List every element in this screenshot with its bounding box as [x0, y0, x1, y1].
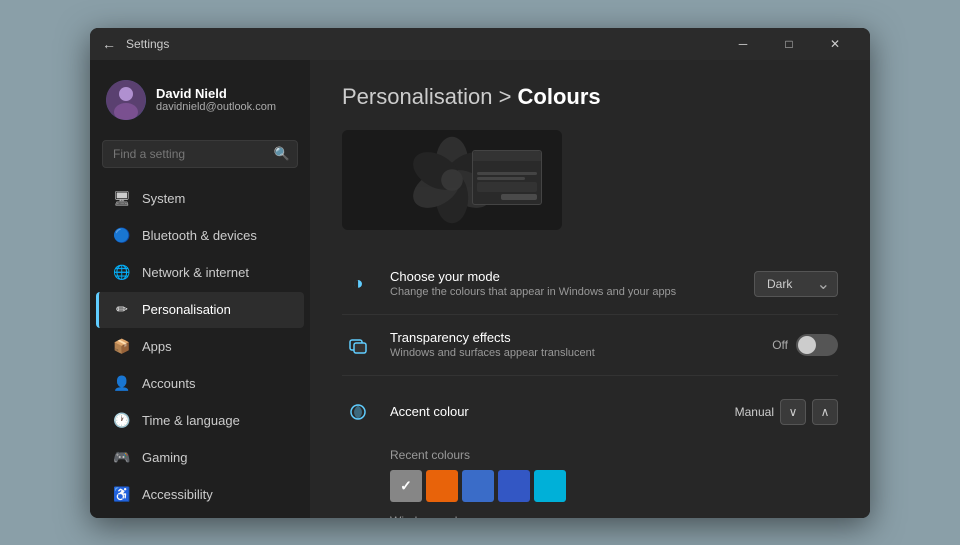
time-nav-icon: 🕐 — [112, 411, 132, 431]
network-nav-icon: 🌐 — [112, 263, 132, 283]
recent-colours-section: Recent colours Windows colours — [342, 436, 838, 518]
transparency-icon — [342, 329, 374, 361]
accent-svg-icon — [348, 402, 368, 422]
transparency-control: Off — [772, 334, 838, 356]
apps-nav-label: Apps — [142, 339, 172, 354]
transparency-svg-icon — [348, 335, 368, 355]
nav-list: 🖥 System 🔵 Bluetooth & devices 🌐 Network… — [90, 180, 310, 518]
choose-mode-row: ◑ Choose your mode Change the colours th… — [342, 254, 838, 315]
search-bar: 🔍 — [102, 140, 298, 168]
breadcrumb-parent: Personalisation — [342, 84, 492, 109]
profile-info: David Nield davidnield@outlook.com — [156, 86, 276, 113]
accessibility-nav-label: Accessibility — [142, 487, 213, 502]
recent-colour-swatch-0[interactable] — [390, 470, 422, 502]
apps-nav-icon: 📦 — [112, 337, 132, 357]
choose-mode-title: Choose your mode — [390, 269, 754, 284]
accent-dropdown-chevron[interactable]: ∨ — [780, 399, 806, 425]
titlebar: ← Settings ─ □ ✕ — [90, 28, 870, 60]
profile-section[interactable]: David Nield davidnield@outlook.com — [90, 68, 310, 132]
transparency-row: Transparency effects Windows and surface… — [342, 315, 838, 376]
recent-colour-swatch-1[interactable] — [426, 470, 458, 502]
search-icon: 🔍 — [274, 146, 290, 162]
profile-name: David Nield — [156, 86, 276, 101]
system-nav-label: System — [142, 191, 185, 206]
settings-window: ← Settings ─ □ ✕ David Nield davidni — [90, 28, 870, 518]
sidebar-item-apps[interactable]: 📦 Apps — [96, 329, 304, 365]
choose-mode-control: Dark Light Custom — [754, 271, 838, 297]
accounts-nav-icon: 👤 — [112, 374, 132, 394]
windows-colours-label: Windows colours — [390, 514, 838, 518]
back-button[interactable]: ← — [102, 36, 116, 52]
gaming-nav-icon: 🎮 — [112, 448, 132, 468]
accent-value: Manual — [735, 405, 774, 419]
breadcrumb: Personalisation > Colours — [342, 84, 601, 109]
sidebar-item-system[interactable]: 🖥 System — [96, 181, 304, 217]
search-input[interactable] — [102, 140, 298, 168]
recent-colours-label: Recent colours — [390, 448, 838, 462]
accent-controls: Manual ∨ ∧ — [735, 399, 838, 425]
recent-colours-row — [390, 470, 838, 502]
page-header: Personalisation > Colours — [342, 84, 838, 110]
sidebar-item-privacy[interactable]: 🔒 Privacy & security — [96, 514, 304, 518]
accent-section: Accent colour Manual ∨ ∧ Recent colours … — [342, 376, 838, 518]
recent-colour-swatch-4[interactable] — [534, 470, 566, 502]
sidebar-item-network[interactable]: 🌐 Network & internet — [96, 255, 304, 291]
maximize-button[interactable]: □ — [766, 28, 812, 60]
recent-colour-swatch-2[interactable] — [462, 470, 494, 502]
accounts-nav-label: Accounts — [142, 376, 195, 391]
time-nav-label: Time & language — [142, 413, 240, 428]
preview-window-mock — [472, 150, 542, 205]
system-nav-icon: 🖥 — [112, 189, 132, 209]
bluetooth-nav-icon: 🔵 — [112, 226, 132, 246]
sidebar-item-bluetooth[interactable]: 🔵 Bluetooth & devices — [96, 218, 304, 254]
content-area: David Nield davidnield@outlook.com 🔍 🖥 S… — [90, 60, 870, 518]
recent-colour-swatch-3[interactable] — [498, 470, 530, 502]
mode-dropdown-wrap: Dark Light Custom — [754, 271, 838, 297]
network-nav-label: Network & internet — [142, 265, 249, 280]
accent-label: Accent colour — [390, 404, 735, 419]
sidebar-item-accounts[interactable]: 👤 Accounts — [96, 366, 304, 402]
choose-mode-desc: Change the colours that appear in Window… — [390, 286, 754, 298]
main-content: Personalisation > Colours — [310, 60, 870, 518]
accent-row: Accent colour Manual ∨ ∧ — [342, 388, 838, 436]
transparency-toggle-label: Off — [772, 338, 788, 352]
theme-preview — [342, 130, 562, 230]
choose-mode-text: Choose your mode Change the colours that… — [390, 269, 754, 298]
personalisation-nav-icon: ✏ — [112, 300, 132, 320]
sidebar-item-personalisation[interactable]: ✏ Personalisation — [96, 292, 304, 328]
transparency-desc: Windows and surfaces appear translucent — [390, 347, 772, 359]
sidebar-item-gaming[interactable]: 🎮 Gaming — [96, 440, 304, 476]
choose-mode-icon: ◑ — [342, 268, 374, 300]
breadcrumb-separator: > — [499, 84, 518, 109]
breadcrumb-current: Colours — [518, 84, 601, 109]
close-button[interactable]: ✕ — [812, 28, 858, 60]
personalisation-nav-label: Personalisation — [142, 302, 231, 317]
accent-icon — [342, 396, 374, 428]
accent-expand-chevron[interactable]: ∧ — [812, 399, 838, 425]
profile-email: davidnield@outlook.com — [156, 101, 276, 113]
accessibility-nav-icon: ♿ — [112, 485, 132, 505]
window-title: Settings — [126, 37, 720, 51]
sidebar-item-time[interactable]: 🕐 Time & language — [96, 403, 304, 439]
transparency-text: Transparency effects Windows and surface… — [390, 330, 772, 359]
sidebar: David Nield davidnield@outlook.com 🔍 🖥 S… — [90, 60, 310, 518]
avatar — [106, 80, 146, 120]
mode-dropdown[interactable]: Dark Light Custom — [754, 271, 838, 297]
transparency-title: Transparency effects — [390, 330, 772, 345]
transparency-toggle[interactable] — [796, 334, 838, 356]
window-controls: ─ □ ✕ — [720, 28, 858, 60]
sidebar-item-accessibility[interactable]: ♿ Accessibility — [96, 477, 304, 513]
gaming-nav-label: Gaming — [142, 450, 188, 465]
bluetooth-nav-label: Bluetooth & devices — [142, 228, 257, 243]
minimize-button[interactable]: ─ — [720, 28, 766, 60]
